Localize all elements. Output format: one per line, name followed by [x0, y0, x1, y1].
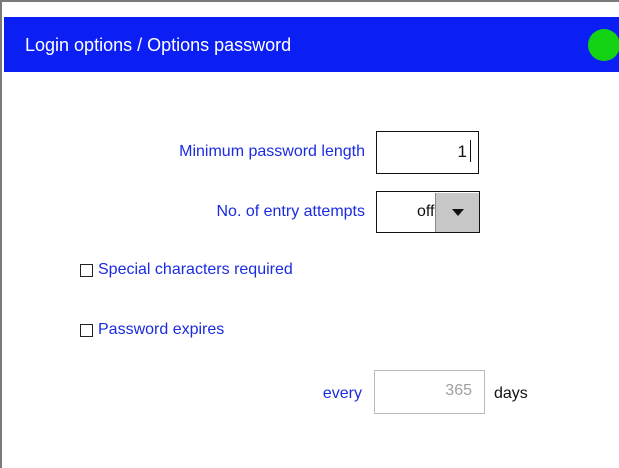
password-expires-label[interactable]: Password expires — [98, 321, 224, 339]
expiry-days-unit: days — [494, 385, 528, 402]
min-password-length-value: 1 — [457, 142, 467, 161]
expiry-every-label: every — [322, 385, 362, 402]
status-indicator-icon — [588, 29, 619, 61]
special-characters-label[interactable]: Special characters required — [98, 261, 293, 279]
expiry-days-value: 365 — [445, 382, 472, 399]
expiry-days-input: 365 — [374, 370, 485, 414]
window-title: Login options / Options password — [25, 35, 292, 55]
special-characters-checkbox[interactable] — [80, 264, 93, 277]
min-password-length-label: Minimum password length — [179, 143, 365, 160]
password-expires-checkbox[interactable] — [80, 324, 93, 337]
chevron-down-icon — [452, 209, 464, 216]
entry-attempts-dropdown-button[interactable] — [435, 193, 479, 232]
entry-attempts-select[interactable]: off — [376, 191, 480, 233]
entry-attempts-label: No. of entry attempts — [216, 203, 365, 220]
title-bar: Login options / Options password — [4, 17, 619, 72]
entry-attempts-value: off — [417, 203, 435, 220]
min-password-length-input[interactable]: 1 — [376, 131, 479, 174]
text-caret — [470, 140, 471, 162]
options-password-window: Login options / Options password Minimum… — [0, 0, 619, 468]
